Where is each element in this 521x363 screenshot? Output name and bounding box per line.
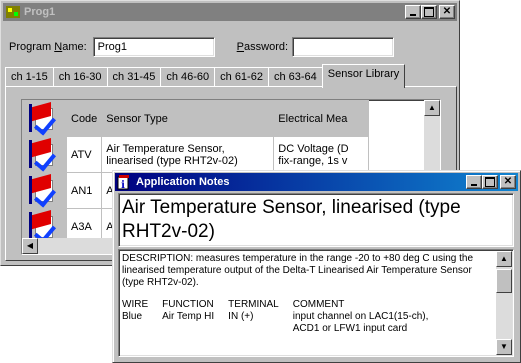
sensor-icon xyxy=(23,101,63,136)
channel-tabs: ch 1-15 ch 16-30 ch 31-45 ch 46-60 ch 61… xyxy=(5,64,406,88)
minimize-button[interactable] xyxy=(405,5,421,19)
cell-code[interactable]: AN1 xyxy=(65,172,103,209)
notes-description: DESCRIPTION: measures temperature in the… xyxy=(122,253,474,288)
program-fields-row: Program Name: Prog1 Password: xyxy=(9,37,395,57)
column-header-sensor-type[interactable]: Sensor Type xyxy=(101,100,275,137)
cell-sensor-type[interactable]: Air Temperature Sensor, linearised (type… xyxy=(101,136,275,173)
maximize-button[interactable] xyxy=(482,175,498,189)
application-notes-window: i Application Notes ✕ Air Temperature Se… xyxy=(112,170,521,363)
tab-ch-46-60[interactable]: ch 46-60 xyxy=(160,67,216,87)
application-notes-title: Application Notes xyxy=(136,176,230,188)
tab-ch-61-62[interactable]: ch 61-62 xyxy=(214,67,269,87)
maximize-button[interactable] xyxy=(421,5,437,19)
table-row[interactable]: ATV Air Temperature Sensor, linearised (… xyxy=(22,136,370,173)
cell-electrical[interactable]: DC Voltage (D fix-range, 1s v xyxy=(273,136,370,173)
wire-value: Blue xyxy=(122,311,143,322)
terminal-header: TERMINAL xyxy=(228,299,279,310)
scroll-up-arrow-icon[interactable]: ▲ xyxy=(496,251,512,267)
comment-value: input channel on LAC1(15-ch), ACD1 or LF… xyxy=(292,311,429,334)
scroll-thumb[interactable] xyxy=(496,269,512,293)
row-header[interactable] xyxy=(22,172,67,209)
tab-ch-1-15[interactable]: ch 1-15 xyxy=(5,67,54,87)
tab-ch-31-45[interactable]: ch 31-45 xyxy=(106,67,162,87)
tab-ch-16-30[interactable]: ch 16-30 xyxy=(52,67,108,87)
grid-corner-cell xyxy=(22,100,67,137)
function-value: Air Temp HI xyxy=(162,311,215,322)
program-window-titlebar[interactable]: Prog1 ✕ xyxy=(3,3,457,21)
function-header: FUNCTION xyxy=(162,299,214,310)
scroll-down-arrow-icon[interactable]: ▼ xyxy=(496,339,512,355)
row-header[interactable] xyxy=(22,136,67,173)
comment-header: COMMENT xyxy=(292,299,345,310)
program-name-label: Program Name: xyxy=(9,41,87,53)
scroll-up-arrow-icon[interactable]: ▲ xyxy=(424,100,440,116)
notes-heading: Air Temperature Sensor, linearised (type… xyxy=(118,193,514,247)
notes-vertical-scrollbar[interactable]: ▲ ▼ xyxy=(496,251,512,355)
close-button[interactable]: ✕ xyxy=(439,5,455,19)
application-notes-titlebar[interactable]: i Application Notes ✕ xyxy=(115,173,518,191)
program-name-input[interactable]: Prog1 xyxy=(92,37,215,57)
program-window-title: Prog1 xyxy=(24,6,56,18)
cell-code[interactable]: ATV xyxy=(65,136,103,173)
password-input[interactable] xyxy=(292,37,395,57)
info-icon: i xyxy=(117,174,133,191)
grid-header-row: Code Sensor Type Electrical Mea xyxy=(22,100,370,137)
column-header-code[interactable]: Code xyxy=(65,100,103,137)
column-header-electrical[interactable]: Electrical Mea xyxy=(273,100,370,137)
close-button[interactable]: ✕ xyxy=(500,175,516,189)
terminal-value: IN (+) xyxy=(228,311,254,322)
password-label: Password: xyxy=(236,41,289,53)
wire-header: WIRE xyxy=(122,299,149,310)
sensor-icon xyxy=(23,173,63,208)
scroll-left-arrow-icon[interactable]: ◀ xyxy=(22,238,38,254)
tab-ch-63-64[interactable]: ch 63-64 xyxy=(267,67,323,87)
sensor-icon xyxy=(23,137,63,172)
svg-text:i: i xyxy=(121,180,125,190)
program-app-icon xyxy=(5,4,21,20)
tab-sensor-library[interactable]: Sensor Library xyxy=(321,64,406,88)
minimize-button[interactable] xyxy=(466,175,482,189)
wire-table: WIRE FUNCTION TERMINAL COMMENT Blue Air … xyxy=(122,299,443,335)
notes-body[interactable]: DESCRIPTION: measures temperature in the… xyxy=(118,249,514,357)
